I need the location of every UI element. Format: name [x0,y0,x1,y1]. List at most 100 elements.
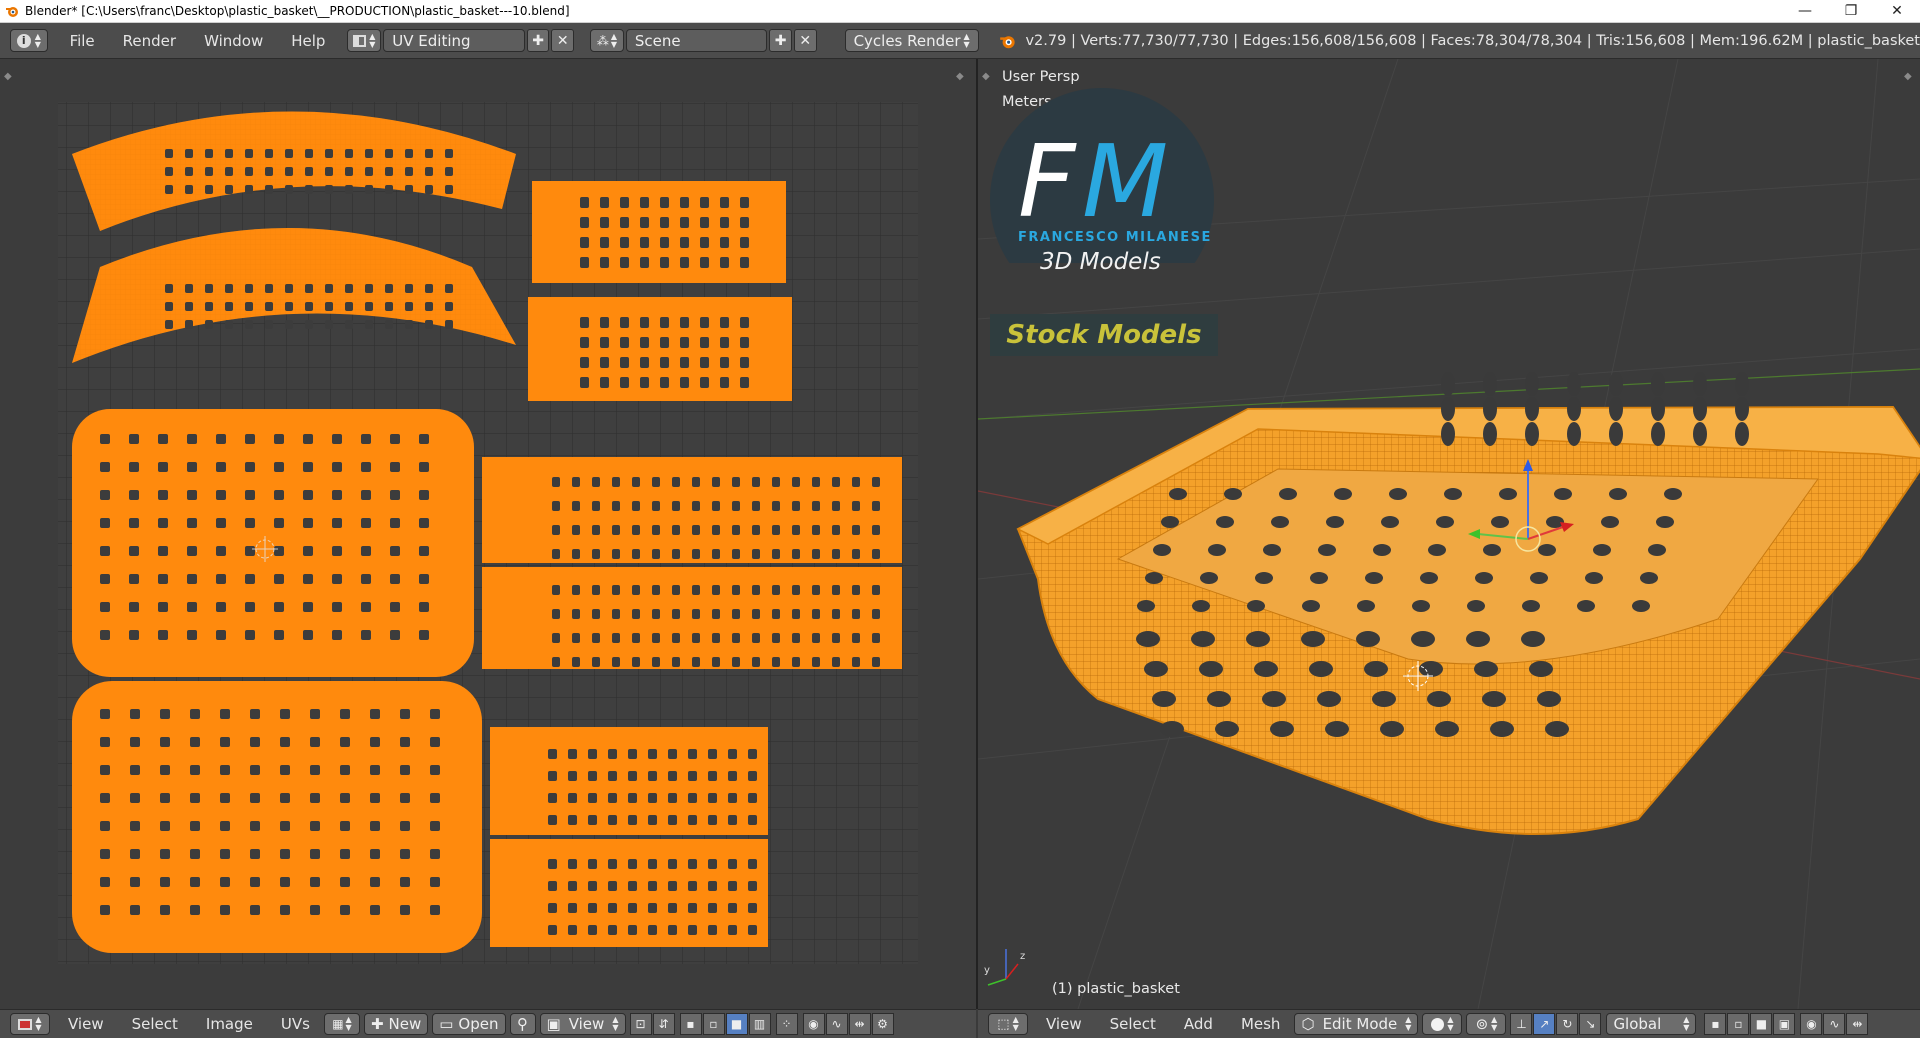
minimize-button[interactable]: — [1782,0,1828,22]
scale-manipulator-icon[interactable]: ↘ [1579,1013,1602,1035]
menu-add[interactable]: Add [1170,1015,1227,1033]
rotate-manipulator-icon[interactable]: ↻ [1556,1013,1579,1035]
uv-hole [812,477,820,487]
uv-image-editor[interactable]: ◆ ◆ [0,59,976,1009]
menu-select[interactable]: Select [118,1015,192,1033]
basket-hole [1585,572,1603,584]
menu-view[interactable]: View [1032,1015,1096,1033]
open-image-button[interactable]: ▭ Open [432,1013,506,1035]
basket-hole [1525,372,1539,396]
uv-hole [612,525,620,535]
basket-hole [1545,721,1569,737]
mode-dropdown[interactable]: ⬡ Edit Mode ▲ ▼ [1294,1013,1419,1035]
uv-hole [792,549,800,559]
proportional-editing-icon[interactable]: ◉ [1800,1013,1823,1035]
new-image-button[interactable]: ✚ New [363,1013,429,1035]
orientation-dropdown[interactable]: Global ▲ ▼ [1606,1013,1697,1035]
uv-hole [552,633,560,643]
uv-hole [792,501,800,511]
uv-hole [720,257,729,268]
menu-file[interactable]: File [56,32,109,50]
menu-window[interactable]: Window [190,32,277,50]
editor-type-image-button[interactable]: ▲ ▼ [10,1013,50,1035]
corner-arrow-icon[interactable]: ◆ [982,71,990,82]
remove-screen-button[interactable]: ✕ [551,29,574,52]
snap-element-icon[interactable]: ⇹ [1846,1013,1869,1035]
scene-field[interactable]: Scene [625,29,768,52]
close-window-button[interactable]: ✕ [1874,0,1920,22]
translate-manipulator-icon[interactable]: ↗ [1533,1013,1556,1035]
shading-dropdown[interactable]: ▲ ▼ [1422,1013,1463,1035]
render-engine-dropdown[interactable]: Cycles Render ▲ ▼ [844,29,979,52]
pivot-icon[interactable]: ⊡ [629,1013,652,1035]
edge-select-mode-icon[interactable]: ▫ [1727,1013,1750,1035]
screen-layout-field[interactable]: UV Editing [383,29,525,52]
menu-select[interactable]: Select [1096,1015,1170,1033]
view-mode-dropdown[interactable]: ▣ View ▲ ▼ [539,1013,626,1035]
corner-arrow-icon[interactable]: ◆ [1904,71,1912,82]
menu-view[interactable]: View [54,1015,118,1033]
basket-hole [1483,544,1501,556]
uv-hole [100,905,110,915]
occlude-geometry-icon[interactable]: ▣ [1773,1013,1796,1035]
basket-hole [1529,661,1553,677]
scene-selector[interactable]: ⁂ ▲ ▼ [590,29,624,52]
vertex-select-icon[interactable]: ▪ [679,1013,702,1035]
uv-hole [728,749,737,759]
editor-type-3d-button[interactable]: ⬚ ▲ ▼ [988,1013,1028,1035]
remove-scene-button[interactable]: ✕ [793,29,817,52]
uv-hole [680,217,689,228]
maximize-button[interactable]: ❐ [1828,0,1874,22]
face-select-icon[interactable]: ■ [725,1013,748,1035]
menu-image[interactable]: Image [192,1015,267,1033]
uv-hole [568,859,577,869]
add-screen-button[interactable]: ✚ [526,29,550,52]
info-header: i ▲ ▼ File Render Window Help ▲ ▼ UV Editi… [0,23,1920,59]
snap-target-icon[interactable]: ⇹ [848,1013,871,1035]
uv-canvas[interactable] [0,59,976,1009]
editor-type-info-button[interactable]: i ▲ ▼ [10,29,48,52]
pivot-dropdown[interactable]: ⊚ ▲ ▼ [1466,1013,1507,1035]
basket-mesh[interactable] [1016,405,1920,835]
face-select-mode-icon[interactable]: ■ [1750,1013,1773,1035]
uv-hole [216,434,226,444]
uv-hole [445,185,453,194]
menu-help[interactable]: Help [277,32,339,50]
screen-layout-selector[interactable]: ▲ ▼ [347,29,382,52]
uv-hole [345,302,353,311]
sticky-selection-icon[interactable]: ⁘ [775,1013,798,1035]
menu-render[interactable]: Render [109,32,190,50]
proportional-edit-icon[interactable]: ◉ [802,1013,825,1035]
uv-hole [772,609,780,619]
menu-uvs[interactable]: UVs [267,1015,324,1033]
corner-arrow-icon[interactable]: ◆ [956,71,964,82]
uv-hole [548,859,557,869]
sync-selection-icon[interactable]: ⇵ [652,1013,675,1035]
edge-select-icon[interactable]: ▫ [702,1013,725,1035]
uv-hole [345,167,353,176]
blender-logo-icon [6,7,18,17]
pin-button[interactable]: ⚲ [509,1013,536,1035]
uv-hole [872,549,880,559]
manipulator-toggle-icon[interactable]: ⊥ [1510,1013,1533,1035]
vertex-select-mode-icon[interactable]: ▪ [1704,1013,1727,1035]
uv-hole [832,477,840,487]
basket-hole [1567,422,1581,446]
edit-mode-icon: ⬡ [1301,1015,1315,1033]
uv-hole [692,657,700,667]
uv-hole [187,574,197,584]
snap-icon[interactable]: ∿ [825,1013,848,1035]
uv-hole [310,709,320,719]
snap-toggle-icon[interactable]: ∿ [1823,1013,1846,1035]
uv-hole [692,501,700,511]
menu-mesh[interactable]: Mesh [1227,1015,1295,1033]
browse-image-button[interactable]: ▦ ▲ ▼ [323,1013,360,1035]
uv-hole [216,602,226,612]
add-scene-button[interactable]: ✚ [769,29,792,52]
uv-hole [592,525,600,535]
uv-hole [548,815,557,825]
uv-settings-icon[interactable]: ⚙ [871,1013,894,1035]
uv-hole [425,320,433,329]
island-select-icon[interactable]: ▥ [748,1013,771,1035]
uv-hole [305,302,313,311]
